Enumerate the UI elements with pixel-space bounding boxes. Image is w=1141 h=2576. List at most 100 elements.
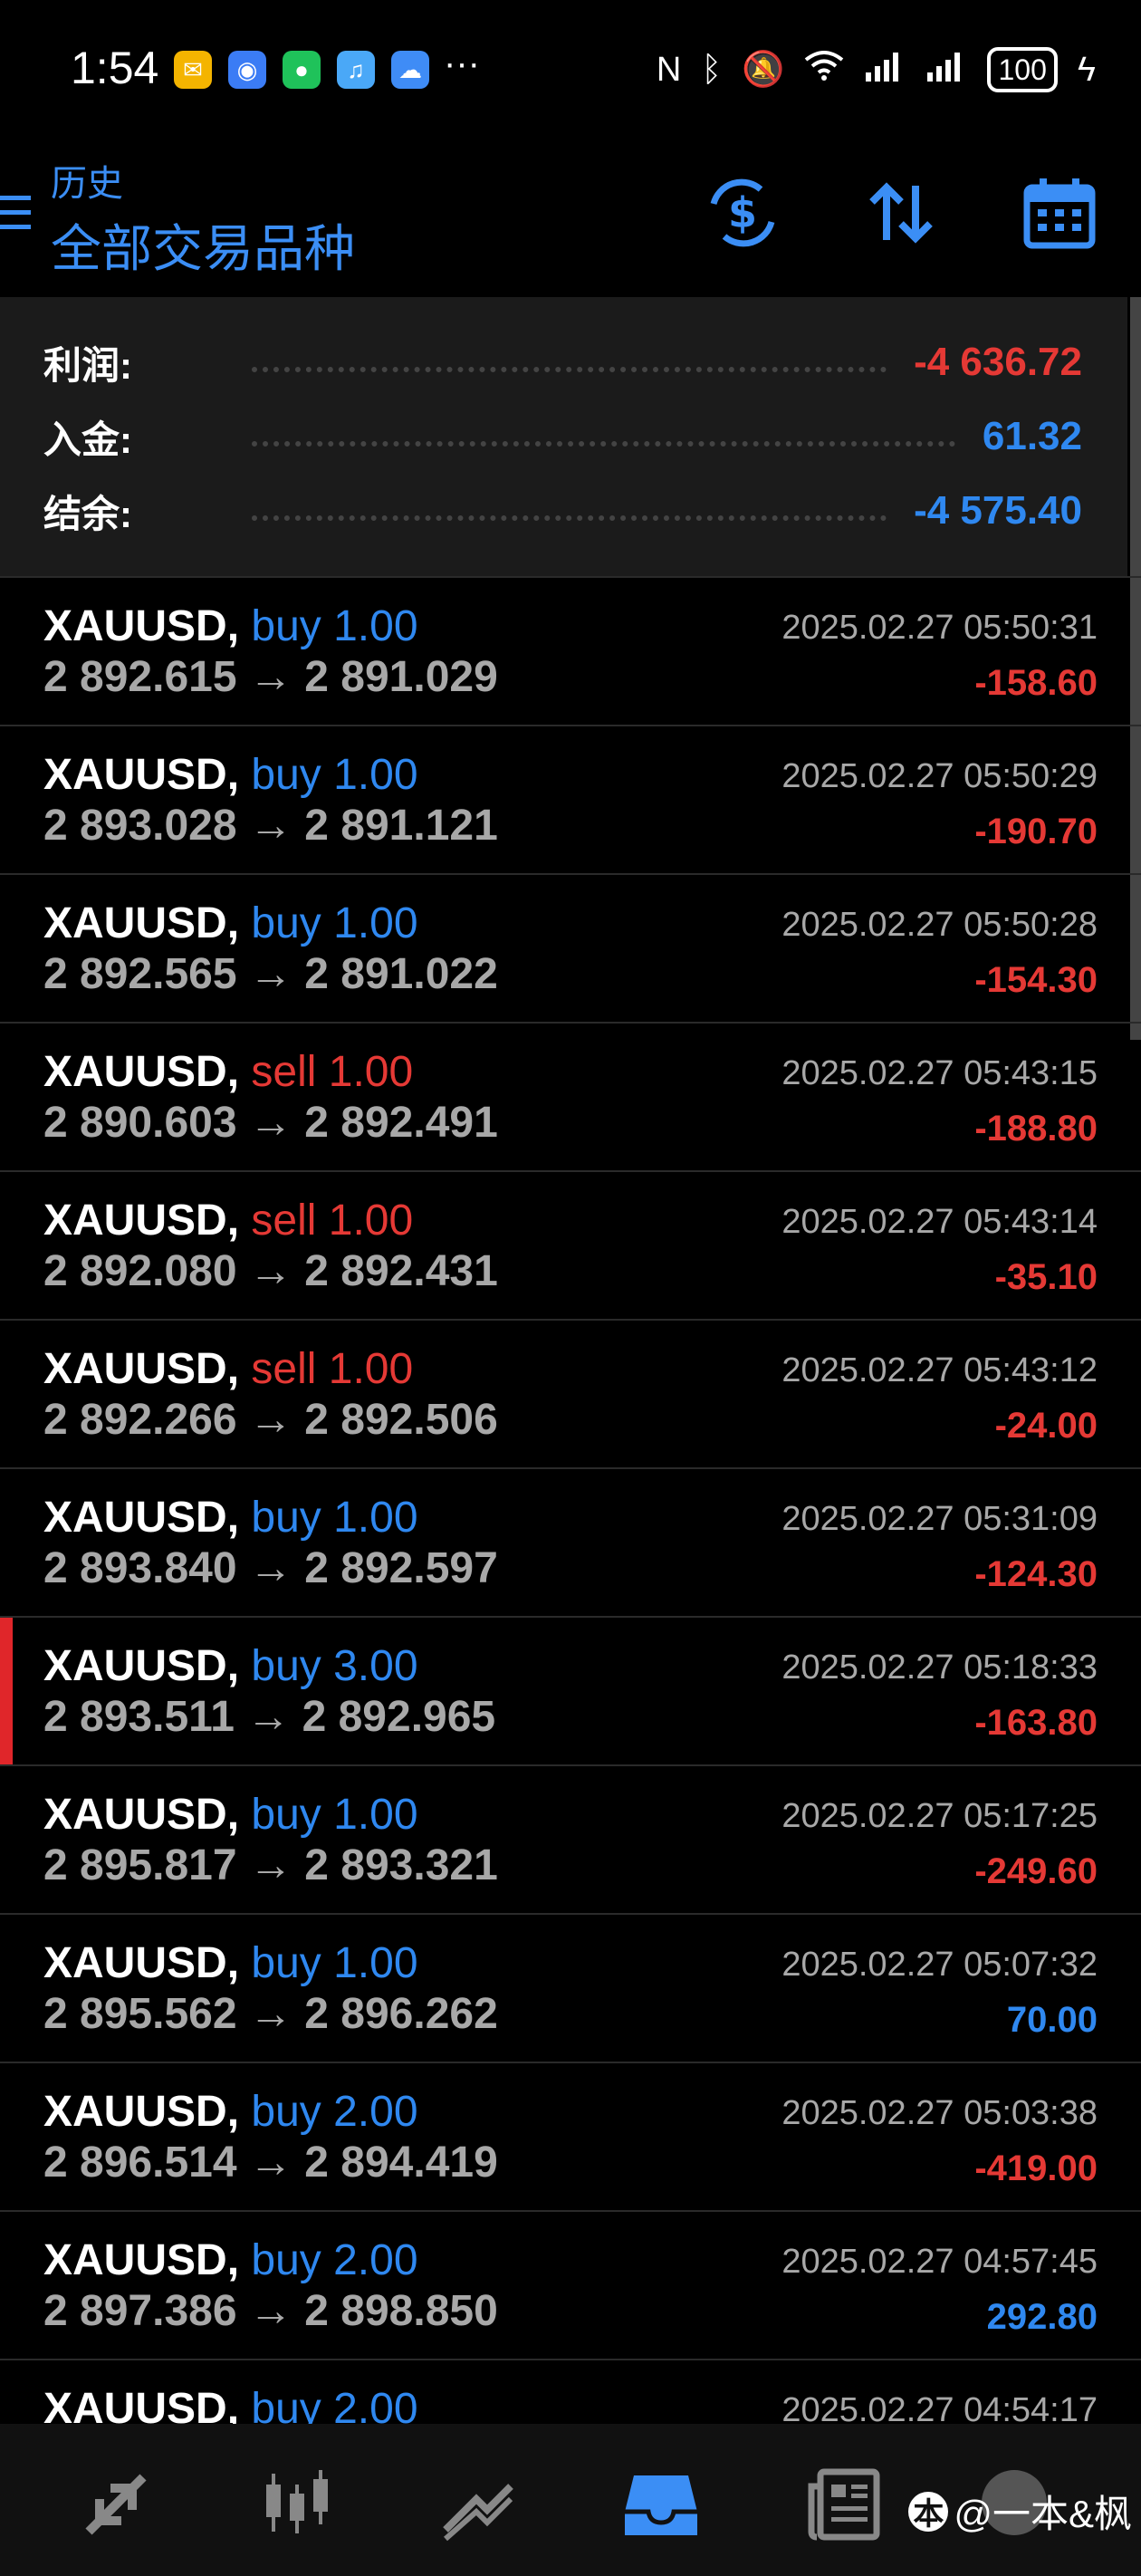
trade-prices: 2 890.603 → 2 892.491 — [43, 1098, 498, 1148]
trade-time: 2025.02.27 05:18:33 — [781, 1648, 1098, 1687]
menu-icon[interactable] — [0, 196, 31, 239]
trade-symbol: XAUUSD, buy 1.00 — [43, 601, 418, 651]
trade-row[interactable]: XAUUSD, buy 2.00 2025.02.27 04:54:17 — [0, 2359, 1141, 2424]
arrow-right-icon: → — [246, 1693, 291, 1741]
signal-icon-2 — [925, 49, 967, 91]
dotted-leader — [252, 441, 955, 447]
trade-volume: 1.00 — [333, 1939, 418, 1987]
trade-volume: 3.00 — [333, 1642, 418, 1690]
trade-side: sell — [251, 1197, 317, 1245]
sort-button[interactable] — [860, 172, 942, 254]
symbol-name: XAUUSD, — [43, 1048, 240, 1096]
balance-label: 结余: — [43, 492, 132, 535]
open-price: 2 893.511 — [43, 1693, 235, 1741]
symbol-name: XAUUSD, — [43, 1791, 240, 1839]
trade-side: buy — [251, 2385, 321, 2424]
signal-icon-1 — [864, 49, 906, 91]
history-tab[interactable] — [616, 2464, 706, 2545]
trade-row[interactable]: XAUUSD, buy 3.00 2 893.511 → 2 892.965 202… — [0, 1616, 1141, 1766]
profit-label: 利润: — [43, 343, 132, 387]
chart-tab[interactable] — [252, 2464, 342, 2545]
cloud-app-icon: ☁ — [391, 51, 429, 89]
trade-profit: 70.00 — [1006, 2000, 1098, 2040]
trade-row[interactable]: XAUUSD, buy 1.00 2 895.817 → 2 893.321 202… — [0, 1764, 1141, 1915]
trade-volume: 1.00 — [333, 1791, 418, 1839]
trade-icon — [443, 2484, 513, 2542]
trade-side: buy — [251, 751, 321, 799]
news-icon — [808, 2468, 880, 2541]
trade-row[interactable]: XAUUSD, buy 2.00 2 897.386 → 2 898.850 202… — [0, 2210, 1141, 2360]
trade-symbol: XAUUSD, buy 1.00 — [43, 1493, 418, 1543]
trade-time: 2025.02.27 05:07:32 — [781, 1946, 1098, 1984]
close-price: 2 894.419 — [304, 2139, 498, 2187]
trade-time: 2025.02.27 05:43:15 — [781, 1054, 1098, 1092]
trade-profit: -158.60 — [974, 663, 1098, 703]
open-price: 2 892.266 — [43, 1396, 237, 1444]
more-notifications-icon: ··· — [444, 43, 480, 83]
deposit-label: 入金: — [43, 418, 132, 461]
trade-row[interactable]: XAUUSD, sell 1.00 2 892.080 → 2 892.431 20… — [0, 1170, 1141, 1321]
music-app-icon: ♫ — [337, 51, 375, 89]
chart-icon — [266, 2470, 328, 2533]
trade-tab[interactable] — [433, 2464, 523, 2545]
trade-row[interactable]: XAUUSD, buy 1.00 2 895.562 → 2 896.262 202… — [0, 1913, 1141, 2063]
trade-time: 2025.02.27 05:31:09 — [781, 1500, 1098, 1538]
dollar-refresh-icon: $ — [710, 178, 775, 247]
symbol-filter[interactable]: 全部交易品种 — [51, 208, 355, 282]
trade-prices: 2 892.565 → 2 891.022 — [43, 949, 498, 999]
trade-row[interactable]: XAUUSD, buy 1.00 2 893.028 → 2 891.121 202… — [0, 725, 1141, 875]
open-price: 2 890.603 — [43, 1099, 237, 1147]
dotted-leader — [252, 367, 887, 372]
trade-profit: -190.70 — [974, 812, 1098, 851]
arrow-right-icon: → — [248, 653, 292, 701]
trade-time: 2025.02.27 05:50:28 — [781, 906, 1098, 944]
wifi-icon — [804, 49, 844, 91]
trade-side: buy — [251, 1642, 321, 1690]
date-range-button[interactable] — [1019, 172, 1100, 254]
trade-row[interactable]: XAUUSD, buy 1.00 2 892.565 → 2 891.022 202… — [0, 873, 1141, 1024]
trade-prices: 2 892.080 → 2 892.431 — [43, 1246, 498, 1296]
trade-prices: 2 896.514 → 2 894.419 — [43, 2138, 498, 2187]
trade-profit: 292.80 — [986, 2297, 1098, 2337]
battery-indicator: 100 — [987, 47, 1058, 92]
trade-symbol: XAUUSD, sell 1.00 — [43, 1344, 413, 1394]
news-tab[interactable] — [799, 2464, 889, 2545]
arrow-right-icon: → — [248, 2139, 292, 2187]
trade-row[interactable]: XAUUSD, buy 1.00 2 893.840 → 2 892.597 202… — [0, 1467, 1141, 1618]
history-icon — [625, 2475, 697, 2535]
profit-row: 利润: -4 636.72 — [43, 335, 1082, 389]
open-price: 2 893.028 — [43, 802, 237, 850]
trade-row[interactable]: XAUUSD, sell 1.00 2 892.266 → 2 892.506 20… — [0, 1319, 1141, 1469]
open-price: 2 896.514 — [43, 2139, 237, 2187]
trade-row[interactable]: XAUUSD, sell 1.00 2 890.603 → 2 892.491 20… — [0, 1022, 1141, 1172]
trade-symbol: XAUUSD, buy 1.00 — [43, 750, 418, 800]
trade-row[interactable]: XAUUSD, buy 2.00 2 896.514 → 2 894.419 202… — [0, 2062, 1141, 2212]
trade-prices: 2 892.266 → 2 892.506 — [43, 1395, 498, 1445]
trade-volume: 1.00 — [328, 1345, 414, 1393]
trade-time: 2025.02.27 05:03:38 — [781, 2094, 1098, 2132]
trade-symbol: XAUUSD, sell 1.00 — [43, 1047, 413, 1097]
symbol-name: XAUUSD, — [43, 602, 240, 650]
balance-operations-button[interactable]: $ — [702, 172, 783, 254]
trade-prices: 2 895.562 → 2 896.262 — [43, 1989, 498, 2039]
trade-row[interactable]: XAUUSD, buy 1.00 2 892.615 → 2 891.029 202… — [0, 576, 1141, 726]
deposit-value: 61.32 — [982, 414, 1082, 458]
close-price: 2 898.850 — [304, 2287, 498, 2335]
symbol-name: XAUUSD, — [43, 2385, 240, 2424]
history-summary: 利润: -4 636.72 入金: 61.32 结余: -4 575.40 — [0, 297, 1127, 576]
symbol-name: XAUUSD, — [43, 751, 240, 799]
sort-arrows-icon — [869, 182, 933, 244]
system-icons: N ᛒ 🔕 100 ϟ — [657, 47, 1096, 92]
symbol-name: XAUUSD, — [43, 1642, 240, 1690]
symbol-name: XAUUSD, — [43, 1494, 240, 1542]
watermark-logo: 本 — [908, 2491, 949, 2532]
deposit-row: 入金: 61.32 — [43, 409, 1082, 464]
trade-volume: 1.00 — [333, 899, 418, 947]
watermark-text: @一本&枫 — [954, 2493, 1132, 2535]
svg-text:$: $ — [728, 188, 757, 237]
trade-profit: -124.30 — [974, 1554, 1098, 1594]
arrow-right-icon: → — [248, 2287, 292, 2335]
trade-side: sell — [251, 1345, 317, 1393]
open-price: 2 892.565 — [43, 950, 237, 998]
quotes-tab[interactable] — [71, 2464, 161, 2545]
